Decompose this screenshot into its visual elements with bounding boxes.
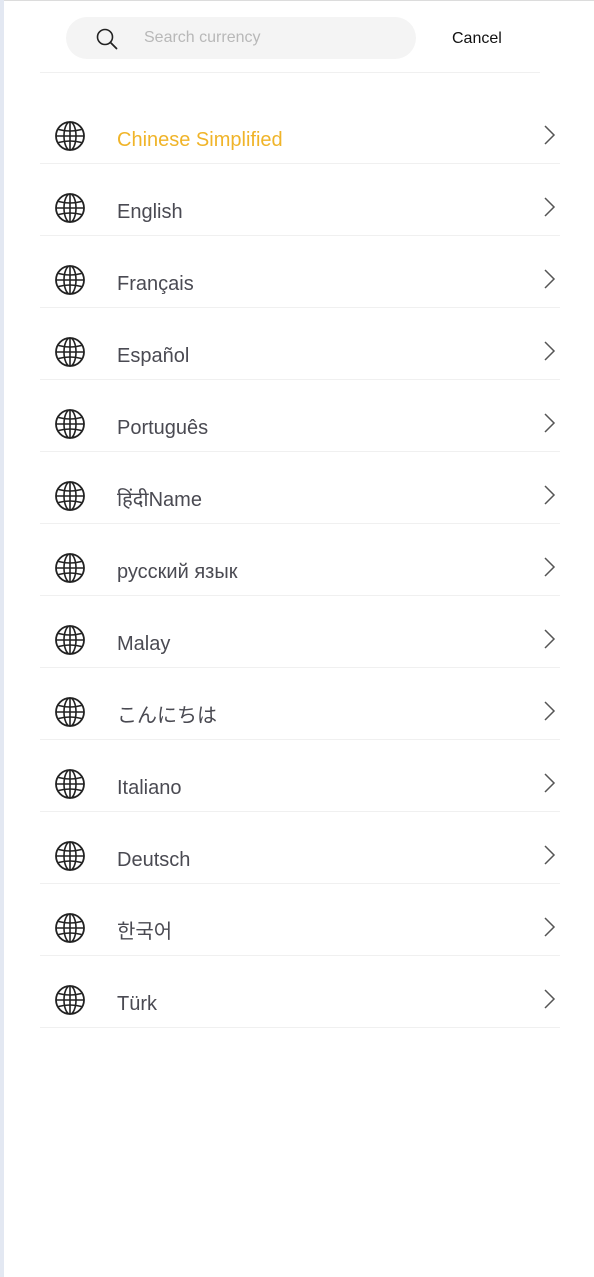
language-item-malay[interactable]: Malay xyxy=(40,596,560,668)
chevron-right-icon xyxy=(544,485,556,505)
language-label: Deutsch xyxy=(117,849,191,871)
chevron-right-icon xyxy=(544,773,556,793)
language-item-portugues[interactable]: Português xyxy=(40,380,560,452)
chevron-right-icon xyxy=(544,341,556,361)
language-label: English xyxy=(117,201,183,223)
chevron-right-icon xyxy=(544,125,556,145)
globe-icon xyxy=(55,337,85,367)
chevron-right-icon xyxy=(544,197,556,217)
globe-icon xyxy=(55,193,85,223)
language-label: Español xyxy=(117,345,190,367)
language-item-francais[interactable]: Français xyxy=(40,236,560,308)
globe-icon xyxy=(55,121,85,151)
window-top-edge xyxy=(4,0,594,1)
language-item-hindi[interactable]: हिंदीName xyxy=(40,452,560,524)
language-label: русский язык xyxy=(117,561,238,583)
window-left-edge xyxy=(0,0,4,1277)
globe-icon xyxy=(55,913,85,943)
language-label: Malay xyxy=(117,633,171,655)
chevron-right-icon xyxy=(544,413,556,433)
language-label: हिंदीName xyxy=(117,489,202,511)
globe-icon xyxy=(55,841,85,871)
language-label: Italiano xyxy=(117,777,182,799)
globe-icon xyxy=(55,409,85,439)
globe-icon xyxy=(55,481,85,511)
language-item-japanese[interactable]: こんにちは xyxy=(40,668,560,740)
search-input[interactable] xyxy=(144,17,404,59)
chevron-right-icon xyxy=(544,989,556,1009)
language-item-italiano[interactable]: Italiano xyxy=(40,740,560,812)
language-item-chinese-simplified[interactable]: Chinese Simplified xyxy=(40,92,560,164)
language-list: Chinese Simplified English Français Espa… xyxy=(40,92,560,1028)
globe-icon xyxy=(55,625,85,655)
language-item-english[interactable]: English xyxy=(40,164,560,236)
globe-icon xyxy=(55,265,85,295)
chevron-right-icon xyxy=(544,629,556,649)
globe-icon xyxy=(55,697,85,727)
language-item-korean[interactable]: 한국어 xyxy=(40,884,560,956)
chevron-right-icon xyxy=(544,269,556,289)
language-label: こんにちは xyxy=(117,705,217,727)
search-bar[interactable] xyxy=(66,17,416,59)
language-label: Português xyxy=(117,417,209,439)
language-label: Türk xyxy=(117,993,157,1015)
search-icon xyxy=(96,28,118,50)
globe-icon xyxy=(55,553,85,583)
chevron-right-icon xyxy=(544,917,556,937)
chevron-right-icon xyxy=(544,557,556,577)
chevron-right-icon xyxy=(544,701,556,721)
language-item-espanol[interactable]: Español xyxy=(40,308,560,380)
language-label: 한국어 xyxy=(117,921,173,943)
language-item-turk[interactable]: Türk xyxy=(40,956,560,1028)
globe-icon xyxy=(55,769,85,799)
chevron-right-icon xyxy=(544,845,556,865)
cancel-button[interactable]: Cancel xyxy=(452,29,502,49)
language-item-deutsch[interactable]: Deutsch xyxy=(40,812,560,884)
language-label: Chinese Simplified xyxy=(117,129,283,151)
language-label: Français xyxy=(117,273,194,295)
header-divider xyxy=(40,72,540,73)
language-item-russian[interactable]: русский язык xyxy=(40,524,560,596)
globe-icon xyxy=(55,985,85,1015)
